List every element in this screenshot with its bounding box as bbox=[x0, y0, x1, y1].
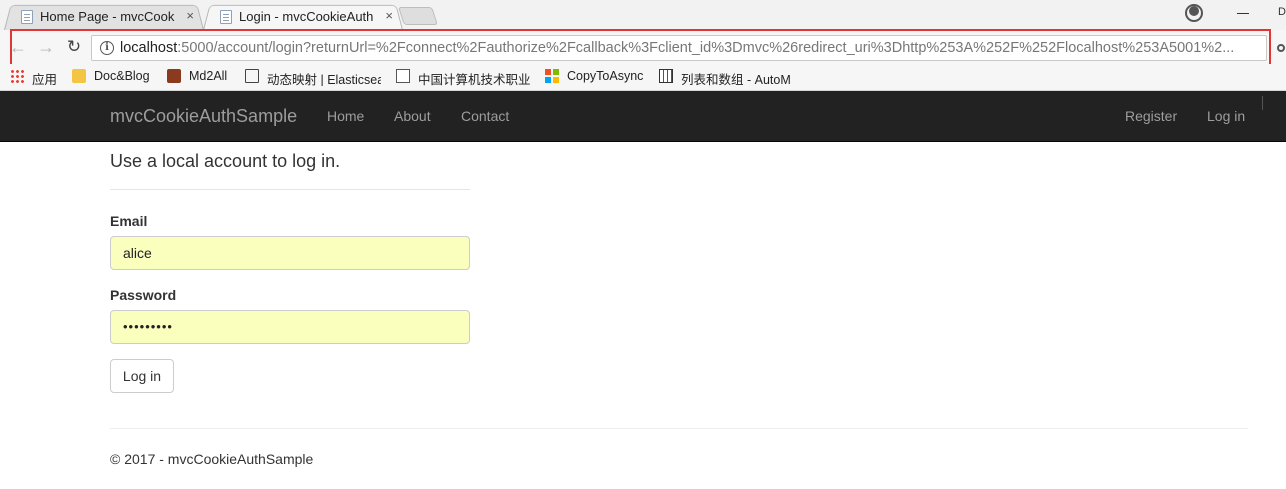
apps-grid-icon bbox=[10, 69, 24, 83]
nav-contact-link[interactable]: Contact bbox=[461, 108, 509, 124]
tab-home-page[interactable]: Home Page - mvcCook × bbox=[4, 3, 204, 31]
minimize-icon[interactable] bbox=[1237, 13, 1249, 14]
bookmark-label: 应用 bbox=[32, 73, 58, 87]
tab-title: Login - mvcCookieAuth bbox=[239, 9, 374, 24]
bookmark-computer-tech[interactable]: 中国计算机技术职业 bbox=[396, 68, 532, 86]
tab-close-icon[interactable]: × bbox=[186, 8, 194, 23]
reload-icon[interactable]: ↻ bbox=[63, 36, 85, 58]
brand-link[interactable]: mvcCookieAuthSample bbox=[110, 106, 297, 127]
bookmark-label: Doc&Blog bbox=[94, 69, 150, 83]
address-bar[interactable]: i localhost:5000/account/login?returnUrl… bbox=[91, 35, 1267, 61]
email-label: Email bbox=[110, 213, 148, 229]
user-profile-icon[interactable] bbox=[1185, 4, 1203, 22]
forward-arrow-icon[interactable]: → bbox=[35, 36, 57, 58]
bookmark-label: 列表和数组 - AutoM bbox=[681, 73, 791, 86]
nav-about-link[interactable]: About bbox=[394, 108, 431, 124]
tab-login[interactable]: Login - mvcCookieAuth × bbox=[203, 3, 403, 31]
page-favicon-icon bbox=[21, 10, 33, 24]
info-icon[interactable]: i bbox=[100, 41, 114, 55]
window-control-label[interactable]: D bbox=[1278, 6, 1286, 18]
new-tab-button[interactable] bbox=[398, 7, 438, 25]
windows-logo-icon bbox=[545, 69, 559, 83]
nav-login-link[interactable]: Log in bbox=[1207, 108, 1245, 124]
footer-copyright: © 2017 - mvcCookieAuthSample bbox=[110, 451, 314, 467]
image-icon bbox=[167, 69, 181, 83]
folder-icon bbox=[72, 69, 86, 83]
book-icon bbox=[245, 69, 259, 83]
bookmark-elasticsearch[interactable]: 动态映射 | Elasticsea bbox=[245, 68, 381, 86]
heading-divider bbox=[110, 189, 470, 190]
email-field[interactable]: alice bbox=[110, 236, 470, 270]
navbar-divider bbox=[1262, 96, 1263, 110]
nav-register-link[interactable]: Register bbox=[1125, 108, 1177, 124]
back-arrow-icon[interactable]: ← bbox=[7, 36, 29, 58]
browser-window: Home Page - mvcCook × Login - mvcCookieA… bbox=[0, 0, 1286, 489]
table-icon bbox=[659, 69, 673, 83]
url-text[interactable]: localhost:5000/account/login?returnUrl=%… bbox=[120, 40, 1260, 56]
bookmark-label: CopyToAsync bbox=[567, 69, 644, 83]
bookmark-label: 中国计算机技术职业 bbox=[418, 73, 531, 86]
bookmark-label: 动态映射 | Elasticsea bbox=[267, 73, 381, 86]
bookmark-label: Md2All bbox=[189, 69, 228, 83]
page-favicon-icon bbox=[220, 10, 232, 24]
url-path: :5000/account/login?returnUrl=%2Fconnect… bbox=[177, 40, 1235, 56]
url-host: localhost bbox=[120, 40, 178, 56]
tab-close-icon[interactable]: × bbox=[385, 8, 393, 23]
tab-title: Home Page - mvcCook bbox=[40, 9, 175, 24]
nav-home-link[interactable]: Home bbox=[327, 108, 364, 124]
login-button[interactable]: Log in bbox=[110, 359, 174, 393]
password-label: Password bbox=[110, 287, 177, 303]
login-heading: Use a local account to log in. bbox=[110, 151, 341, 171]
footer-divider bbox=[110, 428, 1248, 429]
password-field[interactable]: ••••••••• bbox=[110, 310, 470, 344]
bookmark-automapper[interactable]: 列表和数组 - AutoM bbox=[659, 68, 793, 86]
page-icon bbox=[396, 69, 410, 83]
extension-icon[interactable] bbox=[1277, 44, 1285, 52]
